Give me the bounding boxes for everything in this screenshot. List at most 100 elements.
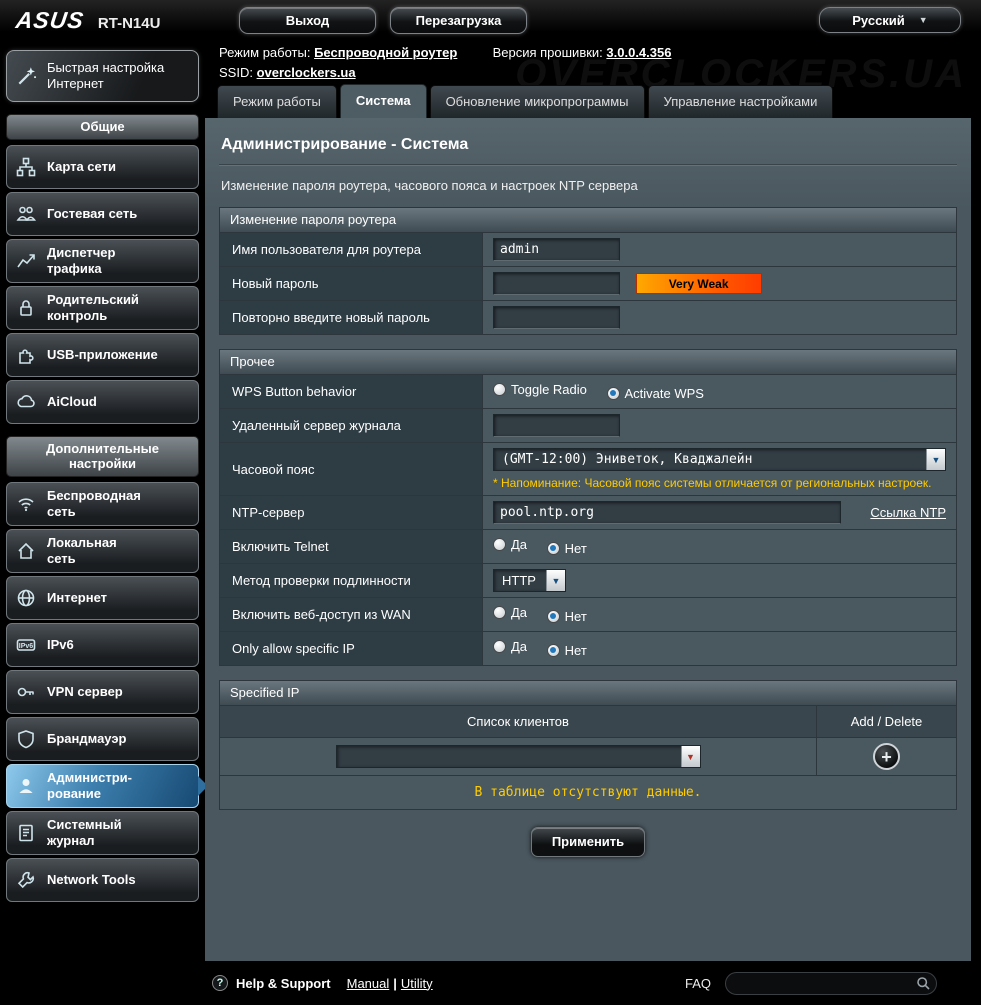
table-row: WPS Button behavior Toggle Radio Activat…	[219, 374, 957, 409]
sidebar-section-advanced: Дополнительные настройки	[6, 435, 199, 477]
client-list-select[interactable]: ▼	[335, 745, 701, 768]
radio-icon[interactable]	[546, 541, 560, 555]
wan-no-radio[interactable]: Нет	[546, 608, 587, 624]
specific-ip-label: Only allow specific IP	[219, 631, 483, 666]
help-icon[interactable]: ?	[212, 975, 228, 991]
network-map-icon	[12, 157, 40, 177]
sidebar-item-system-log[interactable]: Системный журнал	[6, 810, 199, 855]
specific-ip-yes-radio[interactable]: Да	[493, 639, 527, 654]
remote-log-label: Удаленный сервер журнала	[219, 408, 483, 443]
apply-button[interactable]: Применить	[531, 827, 645, 857]
dropdown-arrow-icon[interactable]: ▼	[680, 746, 700, 767]
sidebar-item-administration[interactable]: Администри- рование	[6, 763, 199, 808]
sidebar-item-lan[interactable]: Локальная сеть	[6, 528, 199, 573]
firmware-version-link[interactable]: 3.0.0.4.356	[606, 45, 671, 60]
sidebar-item-aicloud[interactable]: AiCloud	[6, 379, 199, 424]
home-icon	[12, 541, 40, 561]
ntp-server-input[interactable]	[493, 501, 841, 524]
faq-search-box[interactable]	[725, 971, 937, 995]
language-selector[interactable]: Русский ▼	[819, 7, 961, 33]
ssid-link[interactable]: overclockers.ua	[257, 65, 356, 80]
svg-text:IPv6: IPv6	[19, 643, 34, 650]
tab-firmware-upgrade[interactable]: Обновление микропрограммы	[429, 85, 645, 118]
radio-label: Нет	[564, 608, 587, 624]
faq-label: FAQ	[684, 975, 711, 991]
auth-method-select[interactable]: HTTP ▼	[493, 569, 566, 592]
table-row: NTP-сервер Ссылка NTP	[219, 495, 957, 530]
wrench-icon	[12, 870, 40, 890]
sidebar-item-label: AiCloud	[47, 393, 97, 409]
sidebar-item-label: IPv6	[47, 636, 74, 652]
username-input[interactable]	[493, 238, 620, 261]
client-list-value	[337, 746, 681, 767]
sidebar-item-parental-control[interactable]: Родительский контроль	[6, 285, 199, 330]
help-support-label: Help & Support	[236, 975, 331, 991]
ntp-link[interactable]: Ссылка NTP	[870, 505, 946, 520]
radio-icon[interactable]	[493, 538, 506, 552]
tab-system[interactable]: Система	[339, 84, 427, 118]
sidebar-item-network-tools[interactable]: Network Tools	[6, 857, 199, 902]
router-model: RT-N14U	[97, 14, 161, 32]
telnet-yes-radio[interactable]: Да	[493, 537, 527, 552]
ipv6-icon: IPv6	[12, 635, 40, 655]
sidebar-item-traffic-manager[interactable]: Диспетчер трафика	[6, 238, 199, 283]
asus-logo: ASUS	[14, 6, 86, 33]
sidebar-item-label: Network Tools	[47, 871, 136, 887]
wps-toggle-radio[interactable]: Toggle Radio	[493, 382, 587, 397]
retype-password-input[interactable]	[493, 306, 620, 329]
specific-ip-no-radio[interactable]: Нет	[546, 643, 587, 658]
table-row: Удаленный сервер журнала	[219, 408, 957, 443]
table-row: ▼ +	[219, 737, 957, 776]
sidebar-item-label: Быстрая настройка Интернет	[47, 60, 165, 91]
telnet-label: Включить Telnet	[219, 529, 483, 564]
top-bar: ASUS RT-N14U Выход Перезагрузка Русский …	[0, 0, 981, 40]
timezone-label: Часовой пояс	[219, 442, 483, 496]
manual-link[interactable]: Manual	[347, 976, 390, 991]
utility-link[interactable]: Utility	[401, 976, 433, 991]
wps-activate-radio[interactable]: Activate WPS	[606, 385, 704, 401]
dropdown-arrow-icon[interactable]: ▼	[545, 570, 565, 591]
tab-operation-mode[interactable]: Режим работы	[217, 85, 337, 118]
radio-icon[interactable]	[606, 386, 620, 400]
table-row: Only allow specific IP Да Нет	[219, 631, 957, 666]
timezone-value: (GMT-12:00) Эниветок, Кваджалейн	[502, 452, 753, 467]
operation-mode-link[interactable]: Беспроводной роутер	[314, 45, 457, 60]
search-icon[interactable]	[916, 976, 931, 991]
sidebar-item-firewall[interactable]: Брандмауэр	[6, 716, 199, 761]
empty-table-message: В таблице отсутствуют данные.	[219, 775, 957, 810]
dropdown-arrow-icon[interactable]: ▼	[926, 449, 945, 470]
sidebar-item-wan[interactable]: Интернет	[6, 575, 199, 620]
specified-ip-table: Список клиентов Add / Delete ▼ + В табли…	[219, 705, 957, 810]
misc-table: WPS Button behavior Toggle Radio Activat…	[219, 374, 957, 666]
auth-method-label: Метод проверки подлинности	[219, 563, 483, 598]
logout-button[interactable]: Выход	[239, 6, 376, 34]
radio-label: Activate WPS	[624, 385, 704, 401]
telnet-no-radio[interactable]: Нет	[546, 541, 587, 556]
faq-search-input[interactable]	[736, 975, 916, 991]
chevron-down-icon: ▼	[918, 15, 928, 25]
tab-settings-management[interactable]: Управление настройками	[647, 85, 834, 118]
sidebar-item-ipv6[interactable]: IPv6 IPv6	[6, 622, 199, 667]
radio-icon[interactable]	[546, 609, 560, 623]
sidebar-item-wireless[interactable]: Беспроводная сеть	[6, 481, 199, 526]
sidebar-item-label: Гостевая сеть	[47, 205, 138, 221]
sidebar-item-guest-network[interactable]: Гостевая сеть	[6, 191, 199, 236]
sidebar-item-network-map[interactable]: Карта сети	[6, 144, 199, 189]
radio-label: Да	[511, 605, 528, 621]
radio-icon[interactable]	[546, 643, 560, 657]
sidebar-item-vpn-server[interactable]: VPN сервер	[6, 669, 199, 714]
reboot-button[interactable]: Перезагрузка	[390, 6, 527, 34]
timezone-select[interactable]: (GMT-12:00) Эниветок, Кваджалейн ▼	[493, 448, 946, 471]
wan-yes-radio[interactable]: Да	[493, 605, 527, 620]
sidebar-item-label: Беспроводная сеть	[47, 488, 141, 519]
sidebar-item-usb-application[interactable]: USB-приложение	[6, 332, 199, 377]
new-password-input[interactable]	[493, 272, 620, 295]
remote-log-input[interactable]	[493, 414, 620, 437]
table-row: Включить Telnet Да Нет	[219, 529, 957, 564]
radio-icon[interactable]	[493, 606, 506, 620]
sidebar-item-quick-setup[interactable]: Быстрая настройка Интернет	[6, 50, 199, 102]
add-client-button[interactable]: +	[873, 743, 900, 770]
radio-icon[interactable]	[493, 383, 506, 397]
radio-icon[interactable]	[493, 640, 506, 654]
person-icon	[12, 776, 40, 796]
